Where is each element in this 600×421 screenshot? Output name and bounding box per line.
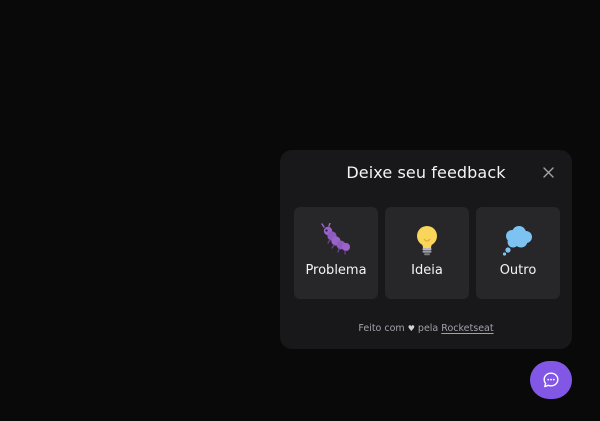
option-label: Ideia — [411, 263, 443, 278]
feedback-widget: Deixe seu feedback Problema Ideia Outro … — [280, 150, 572, 349]
feedback-toggle-button[interactable] — [530, 361, 572, 399]
chat-bubble-icon — [543, 372, 559, 388]
bug-icon — [319, 223, 353, 257]
feedback-type-options: Problema Ideia Outro — [294, 207, 560, 299]
footer-prefix: Feito com — [358, 323, 405, 334]
close-icon — [542, 166, 554, 178]
option-label: Outro — [499, 263, 537, 278]
option-ideia[interactable]: Ideia — [385, 207, 469, 299]
footer-credit: Feito com ♥ pela Rocketseat — [280, 323, 572, 335]
page: Deixe seu feedback Problema Ideia Outro … — [0, 0, 600, 421]
option-problema[interactable]: Problema — [294, 207, 378, 299]
heart-icon: ♥ — [407, 324, 415, 333]
thought-cloud-icon — [501, 223, 535, 257]
rocketseat-link[interactable]: Rocketseat — [441, 323, 493, 334]
widget-title: Deixe seu feedback — [346, 163, 506, 182]
footer-middle: pela — [417, 323, 439, 334]
option-outro[interactable]: Outro — [476, 207, 560, 299]
lightbulb-icon — [410, 223, 444, 257]
option-label: Problema — [305, 263, 367, 278]
close-button[interactable] — [540, 163, 556, 181]
